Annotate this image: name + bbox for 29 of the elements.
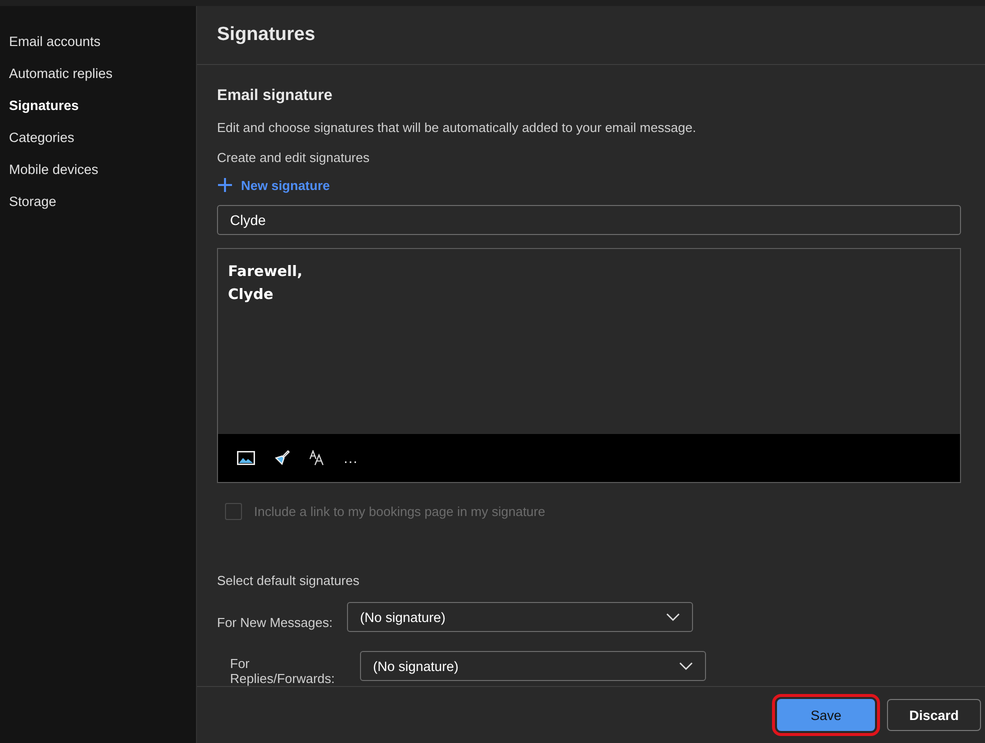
plus-icon — [217, 177, 233, 193]
sidebar-item[interactable]: Storage — [0, 186, 196, 218]
signature-text-line: Clyde — [228, 286, 274, 306]
default-signature-label: For Replies/Forwards: — [230, 655, 336, 686]
sidebar-item[interactable]: Mobile devices — [0, 154, 196, 186]
sidebar-item[interactable]: Automatic replies — [0, 58, 196, 90]
sidebar-item[interactable]: Email accounts — [0, 26, 196, 58]
signature-name-field[interactable]: Clyde — [217, 205, 961, 236]
signature-editor[interactable]: Farewell, Clyde … — [217, 248, 961, 483]
chevron-down-icon — [666, 613, 680, 621]
signature-text-line: Farewell, — [228, 263, 304, 282]
checkbox-label: Include a link to my bookings page in my signature — [254, 504, 546, 519]
page-title: Signatures — [217, 24, 316, 46]
image-icon[interactable] — [237, 451, 255, 465]
chevron-down-icon — [679, 662, 693, 670]
signature-dropdown[interactable]: (No signature) — [360, 651, 706, 681]
section-title: Email signature — [217, 87, 334, 105]
sidebar-item[interactable]: Categories — [0, 122, 196, 154]
font-size-icon[interactable] — [309, 450, 325, 466]
discard-button[interactable]: Discard — [887, 699, 981, 731]
sidebar-item[interactable]: Signatures — [0, 90, 196, 122]
new-signature-button[interactable]: New signature — [217, 177, 330, 193]
description-text: Edit and choose signatures that will be automatically added to your email message. — [217, 120, 698, 135]
defaults-label: Select default signatures — [217, 573, 360, 588]
signature-dropdown[interactable]: (No signature) — [347, 602, 693, 632]
create-label: Create and edit signatures — [217, 150, 370, 165]
default-signature-label: For New Messages: — [217, 614, 334, 630]
more-options-button[interactable]: … — [343, 450, 358, 466]
paintbrush-icon[interactable] — [273, 449, 291, 467]
